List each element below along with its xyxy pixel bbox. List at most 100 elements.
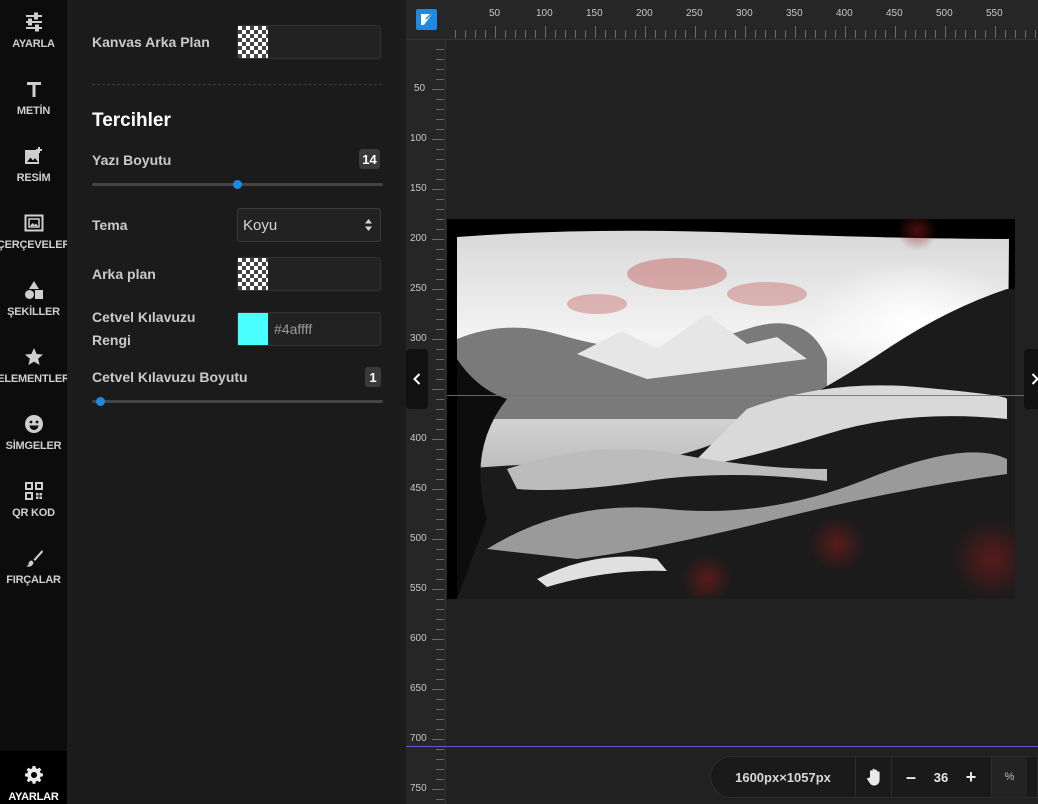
font-size-slider[interactable] [92, 178, 383, 190]
rail-item-label: METİN [16, 105, 51, 117]
ruler-tick [432, 339, 444, 340]
ruler-tick [436, 419, 444, 420]
ruler-tick [436, 719, 444, 720]
ruler-tick [432, 539, 444, 540]
canvas-image[interactable] [447, 219, 1015, 599]
ruler-size-slider[interactable] [92, 395, 383, 407]
ruler-tick [1015, 30, 1016, 38]
collapse-panel-button[interactable] [406, 349, 428, 409]
ruler-tick [436, 409, 444, 410]
ruler-tick [436, 769, 444, 770]
ruler-color-input[interactable] [274, 320, 374, 338]
slider-thumb[interactable] [96, 397, 105, 406]
ruler-color-chip[interactable] [238, 313, 268, 345]
ruler-tick [765, 30, 766, 38]
divider [92, 84, 382, 85]
zoom-out-button[interactable]: – [899, 757, 923, 797]
ruler-tick [436, 429, 444, 430]
transparent-swatch [238, 258, 268, 290]
ruler-guide-horizontal[interactable] [406, 746, 1038, 747]
ruler-left-label: 750 [410, 783, 427, 794]
sliders-icon [25, 12, 42, 32]
ruler-top-label: 150 [586, 8, 603, 19]
ruler-tick [495, 26, 496, 38]
zoom-toolbar: 1600px×1057px – 36 + % [710, 756, 1038, 798]
ruler-tick [436, 219, 444, 220]
ruler-tick [436, 499, 444, 500]
rail-item-metin[interactable]: METİN [0, 67, 67, 134]
rail-item-ayarlar[interactable]: AYARLAR [0, 751, 67, 804]
ruler-tick [805, 30, 806, 38]
ruler-tick [432, 239, 444, 240]
ruler-top-label: 200 [636, 8, 653, 19]
zoom-unit-button[interactable]: % [991, 757, 1027, 797]
ruler-color-label-1: Cetvel Kılavuzu [92, 309, 196, 325]
image-add-icon [24, 147, 42, 164]
ruler-top[interactable]: 50 100 150 200 250 300 350 400 450 500 550 [406, 0, 1038, 40]
background-picker[interactable] [237, 257, 381, 291]
ruler-tick [436, 269, 444, 270]
canvas-workspace[interactable]: 50 100 150 200 250 300 350 400 450 500 550 50 100 15… [406, 0, 1038, 804]
ruler-tick [436, 379, 444, 380]
ruler-left-label: 150 [410, 183, 427, 194]
zoom-value[interactable]: 36 [925, 757, 957, 797]
ruler-tick [436, 399, 444, 400]
ruler-tick [432, 739, 444, 740]
ruler-top-label: 450 [886, 8, 903, 19]
ruler-tick [975, 30, 976, 38]
pan-tool-button[interactable] [856, 757, 892, 797]
frame-icon [24, 214, 43, 232]
ruler-left[interactable]: 5010015020025030035040045050055060065070… [406, 40, 446, 804]
rail-item-label: ELEMENTLER [0, 373, 70, 385]
ruler-tick [436, 349, 444, 350]
rail-item-sekiller[interactable]: ŞEKİLLER [0, 268, 67, 335]
ruler-tick [436, 129, 444, 130]
ruler-tick [785, 30, 786, 38]
ruler-tick [655, 30, 656, 38]
ruler-tick [436, 369, 444, 370]
ruler-tick [735, 30, 736, 38]
ruler-tick [505, 30, 506, 38]
ruler-color-field[interactable] [237, 312, 381, 346]
rail-item-qr-kod[interactable]: QR KOD [0, 469, 67, 536]
ruler-guide-horizontal[interactable] [447, 395, 1038, 396]
rail-item-ayarla[interactable]: AYARLA [0, 0, 67, 67]
app-logo-icon[interactable] [416, 9, 437, 30]
rail-item-simgeler[interactable]: SİMGELER [0, 402, 67, 469]
qr-code-icon [24, 482, 43, 500]
slider-thumb[interactable] [233, 180, 242, 189]
theme-select[interactable]: Koyu [237, 208, 381, 242]
ruler-left-label: 700 [410, 733, 427, 744]
ruler-left-label: 650 [410, 683, 427, 694]
expand-right-panel-button[interactable] [1024, 349, 1038, 409]
ruler-size-value: 1 [365, 367, 381, 387]
ruler-tick [436, 169, 444, 170]
ruler-tick [436, 579, 444, 580]
rail-item-elementler[interactable]: ELEMENTLER [0, 335, 70, 402]
ruler-tick [436, 259, 444, 260]
ruler-tick [436, 679, 444, 680]
ruler-top-label: 50 [489, 8, 501, 19]
ruler-tick [955, 30, 956, 38]
ruler-left-label: 450 [410, 483, 427, 494]
ruler-left-label: 500 [410, 533, 427, 544]
ruler-left-label: 400 [410, 433, 427, 444]
ruler-tick [665, 30, 666, 38]
ruler-tick [436, 629, 444, 630]
rail-item-resim[interactable]: RESİM [0, 134, 67, 201]
rail-item-fircalar[interactable]: FIRÇALAR [0, 536, 67, 603]
ruler-tick [595, 26, 596, 38]
ruler-tick [432, 89, 444, 90]
zoom-in-button[interactable]: + [959, 757, 983, 797]
ruler-tick [432, 139, 444, 140]
ruler-tick [525, 30, 526, 38]
rail-item-cerceveler[interactable]: ÇERÇEVELER [0, 201, 70, 268]
ruler-tick [985, 30, 986, 38]
ruler-tick [436, 109, 444, 110]
shapes-icon [24, 281, 43, 299]
gear-icon [24, 766, 43, 784]
ruler-tick [436, 309, 444, 310]
hand-icon [866, 768, 880, 786]
ruler-size-label: Cetvel Kılavuzu Boyutu [92, 369, 248, 385]
canvas-bg-picker[interactable] [237, 25, 381, 59]
